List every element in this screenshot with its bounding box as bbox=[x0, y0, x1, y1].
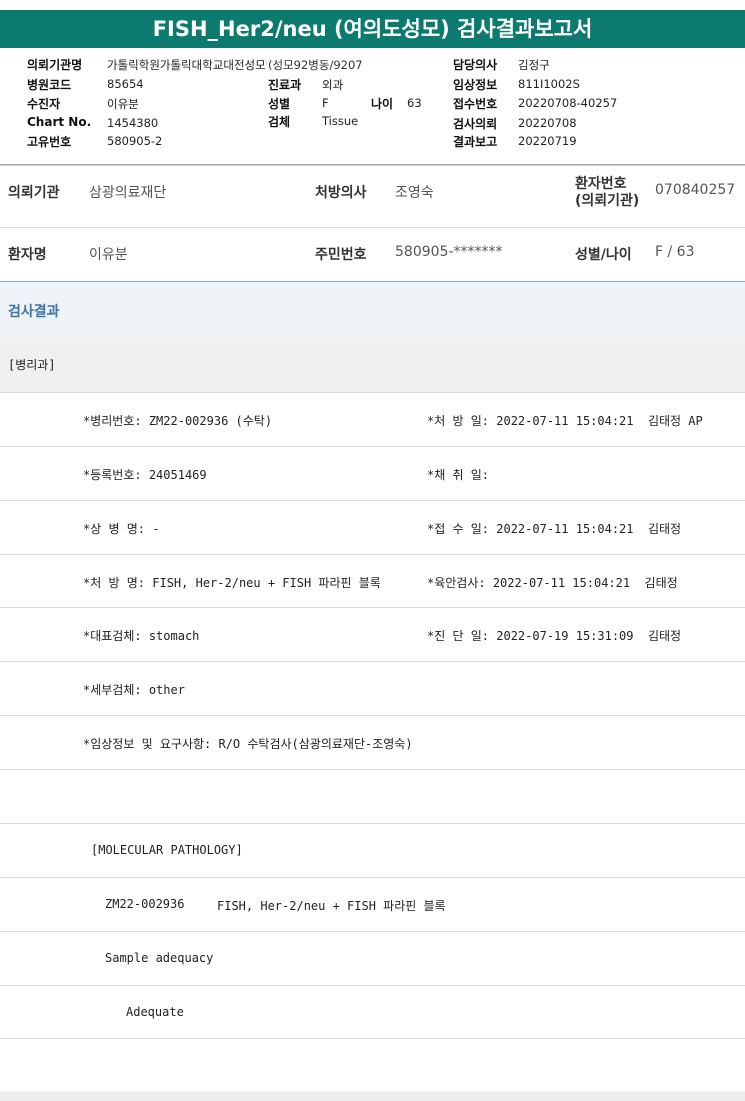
result-left: *세부검체: other bbox=[83, 683, 185, 697]
results-title: 검사결과 bbox=[8, 304, 60, 320]
header-label: 검사의뢰 bbox=[453, 117, 498, 131]
case-test: FISH, Her-2/neu + FISH 파라핀 블록 bbox=[217, 899, 446, 913]
header-value: 1454380 bbox=[107, 116, 159, 130]
header-label: 진료과 bbox=[268, 78, 302, 92]
header-value: 63 bbox=[407, 96, 422, 110]
header-value: 85654 bbox=[107, 77, 144, 91]
header-label: 수진자 bbox=[27, 97, 61, 111]
sex-age-value: F / 63 bbox=[655, 244, 695, 260]
doctor-label: 처방의사 bbox=[315, 185, 367, 201]
result-left: *상 병 명: - bbox=[83, 522, 160, 536]
header-label: 접수번호 bbox=[453, 97, 498, 111]
header-label: 결과보고 bbox=[453, 135, 498, 149]
institution-value: 삼광의료재단 bbox=[89, 185, 167, 201]
header-value: 이유분 bbox=[107, 97, 139, 111]
header-label: 의뢰기관명 bbox=[27, 58, 83, 72]
divider bbox=[0, 554, 745, 555]
result-left: *등록번호: 24051469 bbox=[83, 468, 207, 482]
department-label: [병리과] bbox=[8, 358, 56, 372]
adequacy-value: Adequate bbox=[126, 1005, 184, 1019]
rrn-value: 580905-******* bbox=[395, 244, 503, 260]
institution-label: 의뢰기관 bbox=[8, 185, 60, 201]
divider bbox=[0, 661, 745, 662]
footer-bar bbox=[0, 1091, 745, 1101]
result-left: *병리번호: ZM22-002936 (수탁) bbox=[83, 414, 273, 428]
divider bbox=[0, 607, 745, 608]
header-value: 20220708-40257 bbox=[518, 96, 618, 110]
divider bbox=[0, 985, 745, 986]
rrn-label: 주민번호 bbox=[315, 247, 367, 263]
report-header: 의뢰기관명 가톨릭학원가톨릭대학교대전성모병원(성모92병동/9207 병원코드… bbox=[0, 52, 745, 165]
result-left: *처 방 명: FISH, Her-2/neu + FISH 파라핀 블록 bbox=[83, 576, 381, 590]
header-value: 20220708 bbox=[518, 116, 577, 130]
molecular-title: [MOLECULAR PATHOLOGY] bbox=[91, 843, 243, 857]
patient-name-value: 이유분 bbox=[89, 247, 128, 263]
report-title: FISH_Her2/neu (여의도성모) 검사결과보고서 bbox=[0, 10, 745, 48]
header-value-overflow: (성모92병동/9207 bbox=[268, 58, 363, 72]
header-value: 외과 bbox=[322, 78, 344, 92]
header-value: 811I1002S bbox=[518, 77, 580, 91]
doctor-value: 조영숙 bbox=[395, 185, 434, 201]
result-right: *진 단 일: 2022-07-19 15:31:09 김태정 bbox=[427, 629, 682, 643]
divider bbox=[0, 227, 745, 228]
divider bbox=[0, 1038, 745, 1039]
results-section-header: 검사결과 bbox=[0, 281, 745, 339]
divider bbox=[0, 446, 745, 447]
header-value: 20220719 bbox=[518, 134, 577, 148]
result-left: *임상정보 및 요구사항: R/O 수탁검사(삼광의료재단-조영숙) bbox=[83, 737, 413, 751]
adequacy-label: Sample adequacy bbox=[105, 951, 214, 965]
header-label: 나이 bbox=[371, 97, 394, 111]
header-label: 고유번호 bbox=[27, 135, 72, 149]
divider bbox=[0, 877, 745, 878]
patient-no-sublabel: (의뢰기관) bbox=[575, 193, 640, 209]
divider bbox=[0, 931, 745, 932]
divider bbox=[0, 500, 745, 501]
result-right: *처 방 일: 2022-07-11 15:04:21 김태정 AP bbox=[427, 414, 703, 428]
header-label: 성별 bbox=[268, 97, 291, 111]
header-label: 병원코드 bbox=[27, 78, 72, 92]
patient-name-label: 환자명 bbox=[8, 247, 47, 263]
header-label: 담당의사 bbox=[453, 58, 498, 72]
case-number: ZM22-002936 bbox=[105, 897, 185, 911]
header-label: 검체 bbox=[268, 115, 291, 129]
result-right: *채 취 일: bbox=[427, 468, 490, 482]
divider bbox=[0, 823, 745, 824]
sex-age-label: 성별/나이 bbox=[575, 247, 632, 263]
header-label: 임상정보 bbox=[453, 78, 498, 92]
patient-no-value: 070840257 bbox=[655, 182, 736, 198]
result-right: *접 수 일: 2022-07-11 15:04:21 김태정 bbox=[427, 522, 682, 536]
result-left: *대표검체: stomach bbox=[83, 629, 200, 643]
header-value: Tissue bbox=[322, 114, 359, 128]
header-label: Chart No. bbox=[27, 115, 92, 129]
header-value: 김정구 bbox=[518, 58, 550, 72]
divider bbox=[0, 715, 745, 716]
header-value: 가톨릭학원가톨릭대학교대전성모병원(성모92병동/9207 bbox=[107, 58, 267, 72]
header-value: F bbox=[322, 96, 329, 110]
department-row: [병리과] bbox=[0, 338, 745, 393]
header-value: 580905-2 bbox=[107, 134, 163, 148]
divider bbox=[0, 769, 745, 770]
result-right: *육안검사: 2022-07-11 15:04:21 김태정 bbox=[427, 576, 678, 590]
